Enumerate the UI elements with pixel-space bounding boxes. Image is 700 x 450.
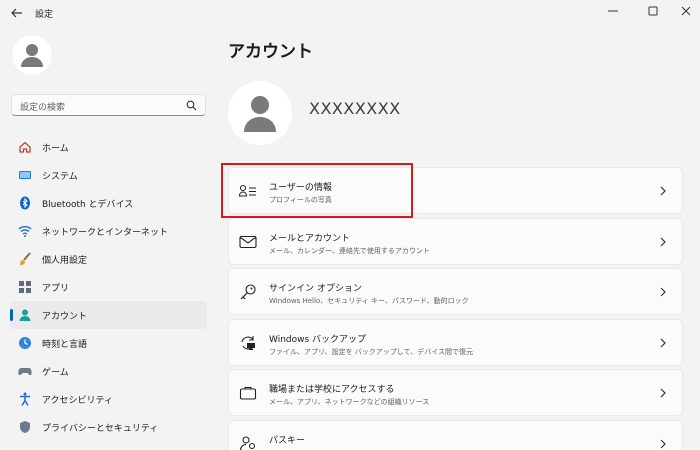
search-placeholder: 設定の検索 xyxy=(20,103,66,113)
card-title: サインイン オプション xyxy=(269,284,362,294)
card-subtitle: プロフィールの写真 xyxy=(269,196,332,204)
gamepad-icon xyxy=(18,364,32,378)
search-box[interactable]: 設定の検索 xyxy=(11,94,206,116)
card-title: 職場または学校にアクセスする xyxy=(269,385,395,395)
card-title: Windows バックアップ xyxy=(269,335,367,345)
maximize-button[interactable] xyxy=(637,0,669,22)
user-info-icon xyxy=(239,182,257,200)
sidebar-avatar[interactable] xyxy=(12,35,52,75)
selection-indicator xyxy=(10,309,13,321)
back-button[interactable] xyxy=(8,4,26,22)
sidebar-item-accounts[interactable]: アカウント xyxy=(10,301,207,329)
key-icon xyxy=(239,283,257,301)
close-icon xyxy=(681,6,691,16)
home-icon xyxy=(18,140,32,154)
card-subtitle: メール、アプリ、ネットワークなどの組織リソース xyxy=(269,398,430,406)
sidebar-item-label: アクセシビリティ xyxy=(42,396,114,406)
sidebar-item-label: 個人用設定 xyxy=(42,256,88,266)
chevron-right-icon xyxy=(660,439,666,449)
card-email-accounts[interactable]: メールとアカウント メール、カレンダー、連絡先で使用するアカウント xyxy=(228,218,683,265)
sidebar-item-label: 時刻と言語 xyxy=(42,340,88,350)
card-subtitle: ファイル、アプリ、設定を バックアップして、デバイス間で復元 xyxy=(269,348,474,356)
minimize-button[interactable] xyxy=(597,0,629,22)
accessibility-icon xyxy=(18,392,32,406)
time-language-icon xyxy=(18,336,32,350)
card-passkey[interactable]: パスキー xyxy=(228,420,683,450)
briefcase-icon xyxy=(239,384,257,402)
sidebar-item-label: システム xyxy=(42,172,78,182)
app-title: 設定 xyxy=(35,10,54,20)
sidebar-item-network[interactable]: ネットワークとインターネット xyxy=(10,217,207,245)
sidebar-item-label: ゲーム xyxy=(42,368,69,378)
sidebar-item-bluetooth[interactable]: Bluetooth とデバイス xyxy=(10,189,207,217)
account-icon xyxy=(18,308,32,322)
sidebar-item-label: アカウント xyxy=(42,312,88,322)
card-title: パスキー xyxy=(269,436,306,446)
brush-icon xyxy=(18,252,32,266)
sidebar-item-personalization[interactable]: 個人用設定 xyxy=(10,245,207,273)
system-icon xyxy=(18,168,32,182)
sidebar-item-privacy[interactable]: プライバシーとセキュリティ xyxy=(10,413,207,441)
card-work-school[interactable]: 職場または学校にアクセスする メール、アプリ、ネットワークなどの組織リソース xyxy=(228,369,683,416)
chevron-right-icon xyxy=(660,186,666,196)
sidebar-item-time-language[interactable]: 時刻と言語 xyxy=(10,329,207,357)
minimize-icon xyxy=(608,10,618,12)
chevron-right-icon xyxy=(660,388,666,398)
card-subtitle: Windows Hello、セキュリティ キー、パスワード、動的ロック xyxy=(269,297,469,305)
shield-icon xyxy=(18,420,32,434)
sidebar-item-gaming[interactable]: ゲーム xyxy=(10,357,207,385)
sidebar-item-label: プライバシーとセキュリティ xyxy=(42,424,159,434)
sidebar-item-accessibility[interactable]: アクセシビリティ xyxy=(10,385,207,413)
bluetooth-icon xyxy=(18,196,32,210)
backup-icon xyxy=(239,334,257,352)
card-title: メールとアカウント xyxy=(269,234,351,244)
card-windows-backup[interactable]: Windows バックアップ ファイル、アプリ、設定を バックアップして、デバイ… xyxy=(228,319,683,366)
back-arrow-icon xyxy=(11,8,22,18)
card-subtitle: メール、カレンダー、連絡先で使用するアカウント xyxy=(269,247,430,255)
profile-avatar xyxy=(228,81,292,145)
title-bar: 設定 xyxy=(0,0,700,26)
chevron-right-icon xyxy=(660,287,666,297)
sidebar-item-label: Bluetooth とデバイス xyxy=(42,200,134,210)
user-silhouette-icon xyxy=(244,96,276,132)
user-silhouette-icon xyxy=(21,44,43,67)
maximize-icon xyxy=(648,6,658,16)
sidebar-item-apps[interactable]: アプリ xyxy=(10,273,207,301)
chevron-right-icon xyxy=(660,237,666,247)
mail-icon xyxy=(239,233,257,251)
sidebar-item-system[interactable]: システム xyxy=(10,161,207,189)
card-sign-in-options[interactable]: サインイン オプション Windows Hello、セキュリティ キー、パスワー… xyxy=(228,268,683,315)
sidebar-item-label: ネットワークとインターネット xyxy=(42,228,169,238)
chevron-right-icon xyxy=(660,338,666,348)
passkey-icon xyxy=(239,435,257,450)
sidebar-item-label: ホーム xyxy=(42,144,69,154)
page-title: アカウント xyxy=(228,42,313,62)
username: XXXXXXXX xyxy=(309,99,401,118)
close-button[interactable] xyxy=(670,0,700,22)
sidebar-nav: ホーム システム Bluetooth とデバイス ネットワークとインターネット … xyxy=(10,133,207,441)
wifi-icon xyxy=(18,224,32,238)
sidebar-item-home[interactable]: ホーム xyxy=(10,133,207,161)
sidebar-item-label: アプリ xyxy=(42,284,70,294)
card-title: ユーザーの情報 xyxy=(269,183,332,193)
search-icon xyxy=(186,100,197,111)
card-user-info[interactable]: ユーザーの情報 プロフィールの写真 xyxy=(228,167,683,214)
apps-icon xyxy=(18,280,32,294)
